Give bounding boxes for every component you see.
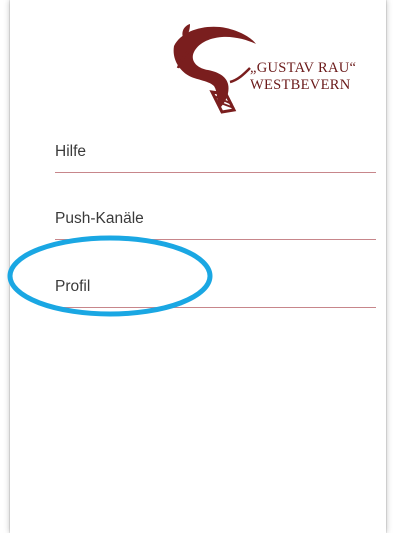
club-logo: „GUSTAV RAU“ WESTBEVERN	[168, 22, 378, 118]
menu-divider	[55, 307, 376, 308]
menu-item-push-kanaele[interactable]: Push-Kanäle	[45, 200, 376, 240]
logo-text-line2: WESTBEVERN	[250, 77, 351, 93]
menu-item-hilfe[interactable]: Hilfe	[45, 133, 376, 173]
menu-divider	[55, 172, 376, 173]
drawer-panel: „GUSTAV RAU“ WESTBEVERN Hilfe Push-Kanäl…	[10, 0, 386, 533]
horse-logo-icon	[173, 24, 256, 114]
logo-text-line1: „GUSTAV RAU“	[250, 60, 357, 76]
menu-item-profil[interactable]: Profil	[45, 268, 376, 308]
menu-item-label: Hilfe	[55, 143, 87, 160]
menu-item-label: Profil	[55, 278, 91, 295]
menu-item-label: Push-Kanäle	[55, 210, 144, 227]
menu-divider	[55, 239, 376, 240]
